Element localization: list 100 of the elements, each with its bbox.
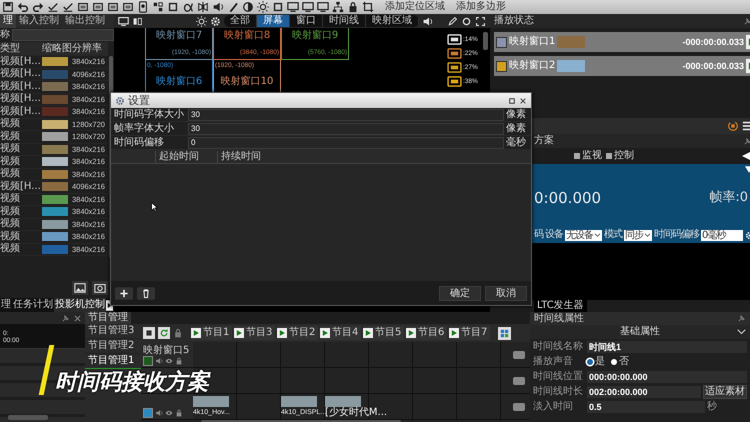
panel-tab[interactable]: 节目管理 — [85, 312, 131, 324]
panel-tab[interactable]: LTC发生器 — [534, 300, 587, 312]
position-field[interactable]: 000:00:00.000 — [587, 371, 747, 383]
delete-button[interactable] — [137, 286, 155, 300]
circle-icon[interactable] — [461, 16, 472, 26]
pin-icon[interactable] — [743, 136, 750, 146]
chevron-down-icon[interactable] — [737, 329, 746, 335]
toolbar-label[interactable]: 添加多边形 — [456, 1, 506, 13]
grid-button[interactable] — [498, 326, 511, 340]
rotate-icon[interactable] — [727, 120, 739, 132]
redo-icon[interactable] — [32, 1, 44, 13]
duration-field[interactable]: 002:00:00.000 — [587, 386, 701, 398]
playback-row[interactable]: 映射窗口2 -000:00:00.033 — [494, 56, 750, 76]
program-button[interactable]: 节目7 — [449, 326, 490, 340]
panel-tab[interactable]: 输出控制 — [62, 14, 108, 28]
speaker-icon[interactable] — [422, 16, 433, 26]
column-header[interactable]: 持续时间 — [217, 150, 279, 162]
monitor-icon[interactable] — [302, 1, 314, 13]
undo-icon[interactable] — [17, 1, 29, 13]
panel-tab[interactable]: 任务计划 — [12, 298, 54, 312]
pin-icon[interactable] — [737, 314, 746, 323]
fit-button[interactable]: 适应素材 — [703, 385, 747, 399]
pin-icon[interactable] — [61, 314, 70, 322]
toolbar-label[interactable]: 添加定位区域 — [385, 1, 445, 13]
portrait-icon[interactable] — [137, 1, 149, 13]
track-button[interactable] — [513, 402, 525, 410]
checkbox[interactable]: 控制 — [606, 150, 634, 162]
gear-icon[interactable] — [210, 16, 221, 26]
number-field[interactable]: 30 — [188, 108, 504, 120]
name-field[interactable]: 时间线1 — [587, 341, 747, 353]
column-header[interactable]: 分辨率 — [72, 42, 108, 54]
network-icon[interactable] — [332, 1, 344, 13]
view-tab[interactable]: 屏幕 — [257, 15, 290, 27]
dialog-button[interactable]: 确定 — [439, 286, 481, 300]
speaker-icon[interactable] — [212, 1, 224, 13]
flip-icon[interactable] — [197, 1, 209, 13]
checkbox[interactable]: 监视 — [574, 150, 602, 162]
dialog-button[interactable]: 取消 — [485, 286, 527, 300]
track-button[interactable] — [513, 350, 525, 358]
column-header[interactable]: 起始时间 — [155, 150, 217, 162]
panel-tab[interactable]: 输入控制 — [16, 14, 62, 28]
view-tab[interactable]: 映射区域 — [366, 15, 419, 27]
column-header[interactable]: 类型 — [0, 42, 42, 54]
eye-icon[interactable] — [165, 357, 173, 365]
stop-button[interactable] — [143, 327, 155, 339]
device-select[interactable]: 无设备 — [565, 230, 602, 240]
track-button[interactable] — [513, 376, 525, 384]
expand-icon[interactable] — [475, 16, 486, 26]
program-button[interactable]: 节目3 — [234, 326, 275, 340]
pin-icon[interactable] — [743, 16, 750, 26]
section-header[interactable]: 基础属性 — [530, 325, 750, 339]
square-icon[interactable] — [272, 1, 284, 13]
image-icon[interactable] — [72, 281, 88, 295]
lock-icon[interactable] — [347, 1, 359, 13]
camera-icon[interactable] — [92, 281, 108, 295]
column-header[interactable]: 缩略图 — [42, 42, 72, 54]
contrast-icon[interactable] — [242, 1, 254, 13]
panel-tab[interactable]: 理 — [0, 14, 16, 28]
crop-icon[interactable] — [362, 1, 374, 13]
scrollbar[interactable] — [483, 32, 488, 50]
radio-button[interactable]: 是 — [587, 356, 605, 368]
program-button[interactable]: 节目5 — [363, 326, 404, 340]
fade-field[interactable]: 0.5 — [587, 401, 705, 413]
save-icon[interactable] — [2, 1, 14, 13]
alpha-icon[interactable] — [182, 1, 194, 13]
program-button[interactable]: 节目4 — [320, 326, 361, 340]
checklist-icon[interactable] — [62, 1, 74, 13]
monitor-icon[interactable] — [317, 1, 329, 13]
frame-icon[interactable] — [122, 1, 134, 13]
frame-icon[interactable] — [107, 1, 119, 13]
program-button[interactable]: 节目2 — [277, 326, 318, 340]
layout-icon[interactable] — [132, 16, 143, 26]
number-field[interactable]: 0 — [188, 136, 504, 148]
panel-tab[interactable]: 理 — [0, 298, 12, 312]
triangle-left-icon[interactable] — [742, 151, 750, 161]
square-icon[interactable] — [167, 1, 179, 13]
frame-icon[interactable] — [77, 1, 89, 13]
media-clip[interactable]: [少女时代M... — [325, 394, 388, 418]
program-button[interactable]: 节目1 — [191, 326, 232, 340]
sun-icon[interactable] — [257, 1, 269, 13]
monitor-icon[interactable] — [118, 16, 129, 26]
radio-button[interactable]: 否 — [611, 356, 629, 368]
scrollbar[interactable] — [8, 415, 48, 420]
close-icon[interactable] — [519, 96, 527, 104]
offset-field[interactable]: 0毫秒 — [701, 230, 743, 240]
number-field[interactable]: 30 — [188, 122, 504, 134]
eye-icon[interactable] — [165, 409, 173, 417]
mode-select[interactable]: 同步 — [624, 230, 652, 240]
monitor-icon[interactable] — [287, 1, 299, 13]
maximize-icon[interactable] — [508, 96, 516, 104]
view-tab[interactable]: 时间线 — [323, 15, 366, 27]
add-button[interactable] — [115, 286, 133, 300]
close-icon[interactable] — [73, 314, 82, 322]
checklist-icon[interactable] — [47, 1, 59, 13]
search-field[interactable] — [12, 29, 114, 41]
grid-icon[interactable] — [152, 1, 164, 13]
program-button[interactable]: 节目6 — [406, 326, 447, 340]
pencil-icon[interactable] — [447, 16, 458, 26]
panel-tab[interactable]: 投影机控制 — [54, 298, 106, 312]
playback-row[interactable]: 映射窗口1 -000:00:00.033 — [494, 32, 750, 52]
